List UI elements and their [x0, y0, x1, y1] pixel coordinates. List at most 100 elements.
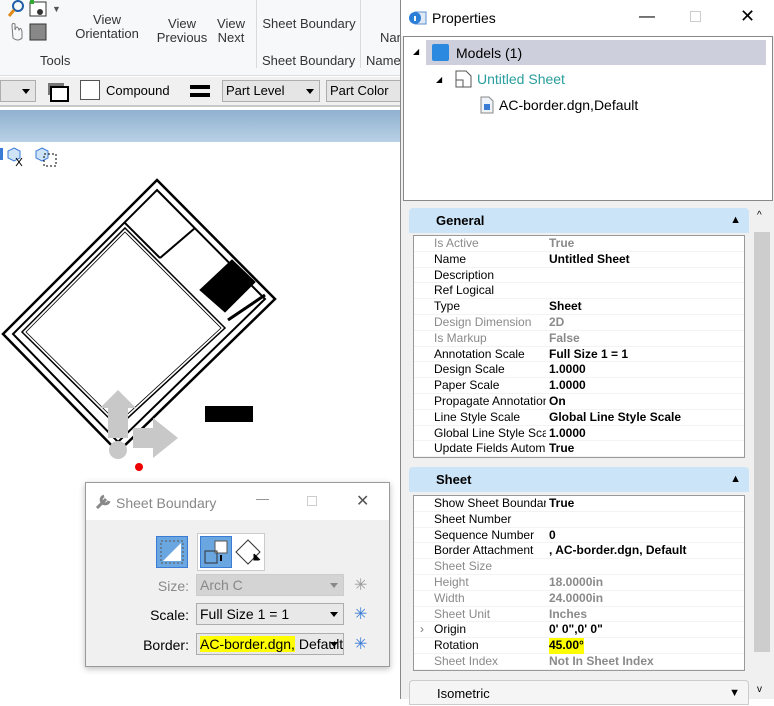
- property-name: Sequence Number: [434, 527, 535, 542]
- property-row[interactable]: Show Sheet Boundary True: [414, 496, 744, 512]
- property-row[interactable]: Height 18.0000in: [414, 575, 744, 591]
- property-row[interactable]: Design Dimension 2D: [414, 315, 744, 331]
- property-value[interactable]: , AC-border.dgn, Default: [549, 543, 687, 559]
- property-name: Is Active: [434, 236, 479, 250]
- property-value[interactable]: 18.0000in: [549, 575, 603, 591]
- property-row[interactable]: Type Sheet: [414, 299, 744, 315]
- pick-border-icon[interactable]: ✳: [354, 634, 367, 654]
- dropdown-arrow-icon[interactable]: ▼: [52, 4, 61, 14]
- property-row[interactable]: Is Markup False: [414, 331, 744, 347]
- section-sheet-header[interactable]: Sheet ▲: [409, 467, 749, 492]
- sheet-boundary-dialog: Sheet Boundary — ✕ Size: Arch C ✳ Scale:…: [85, 482, 390, 667]
- property-row[interactable]: Propagate Annotation On: [414, 394, 744, 410]
- expand-arrow-icon[interactable]: ◢: [436, 75, 442, 84]
- maximize-button[interactable]: [307, 496, 317, 506]
- pick-scale-icon[interactable]: ✳: [354, 604, 367, 624]
- property-row[interactable]: Is Active True: [414, 236, 744, 252]
- property-value[interactable]: Global Line Style Scale: [549, 410, 681, 426]
- view-orientation-button[interactable]: View Orientation: [62, 13, 152, 41]
- property-value[interactable]: 1.0000: [549, 378, 586, 394]
- dialog-title: Sheet Boundary: [116, 495, 217, 511]
- define-boundary-button[interactable]: [156, 536, 188, 568]
- property-value[interactable]: Inches: [549, 607, 587, 623]
- rotate-mode-icon[interactable]: [234, 536, 264, 568]
- maximize-button[interactable]: [690, 11, 701, 22]
- layers-icon[interactable]: [46, 81, 70, 103]
- property-row[interactable]: Sheet Size: [414, 559, 744, 575]
- size-value: Arch C: [200, 577, 243, 593]
- property-row[interactable]: Name Untitled Sheet: [414, 252, 744, 268]
- section-general-header[interactable]: General ▲: [409, 208, 749, 233]
- property-row[interactable]: Annotation Scale Full Size 1 = 1: [414, 347, 744, 363]
- property-value[interactable]: 1.0000: [549, 426, 586, 442]
- property-value[interactable]: True: [549, 496, 574, 512]
- property-name: Global Line Style Scale: [434, 425, 546, 440]
- section-isometric-header[interactable]: Isometric ▼: [409, 680, 749, 705]
- view-previous-button[interactable]: View Previous: [155, 17, 209, 45]
- property-name: Line Style Scale: [434, 409, 521, 424]
- chevron-down-icon[interactable]: ▼: [729, 681, 740, 706]
- property-row[interactable]: Sheet Unit Inches: [414, 607, 744, 623]
- section-title: General: [436, 213, 485, 228]
- property-row[interactable]: Paper Scale 1.0000: [414, 378, 744, 394]
- line-weight-icon[interactable]: [190, 83, 210, 99]
- property-value[interactable]: On: [549, 394, 566, 410]
- scrollbar-thumb[interactable]: [754, 232, 770, 652]
- view-next-button[interactable]: View Next: [210, 17, 252, 45]
- chevron-up-icon[interactable]: ▲: [730, 208, 741, 233]
- color-combo[interactable]: Part Color: [326, 80, 406, 102]
- border-combo[interactable]: AC-border.dgn, Default: [196, 633, 344, 655]
- property-row[interactable]: Border Attachment , AC-border.dgn, Defaul…: [414, 543, 744, 560]
- chevron-up-icon[interactable]: ▲: [730, 467, 741, 492]
- scroll-up-icon[interactable]: ^: [757, 210, 762, 221]
- property-value[interactable]: 0: [549, 528, 556, 544]
- property-value[interactable]: 2D: [549, 315, 564, 331]
- scroll-down-icon[interactable]: v: [757, 684, 762, 695]
- compound-checkbox[interactable]: [80, 80, 100, 100]
- property-value[interactable]: Sheet: [549, 299, 582, 315]
- view-toolbar: [0, 142, 400, 170]
- sheet-boundary-button[interactable]: Sheet Boundary: [262, 17, 356, 31]
- property-value[interactable]: Full Size 1 = 1: [549, 347, 628, 363]
- property-value[interactable]: 45.00°: [549, 638, 584, 654]
- property-value[interactable]: True: [549, 236, 574, 252]
- property-value[interactable]: True: [549, 441, 574, 457]
- property-row[interactable]: › Origin 0' 0",0' 0": [414, 622, 744, 639]
- expand-arrow-icon[interactable]: ◢: [413, 47, 419, 56]
- zoom-tools-icons[interactable]: [4, 0, 52, 48]
- properties-scrollbar[interactable]: ^ v: [751, 208, 773, 699]
- property-row[interactable]: Sheet Number: [414, 512, 744, 528]
- property-value[interactable]: 1.0000: [549, 362, 586, 378]
- property-row[interactable]: Width 24.0000in: [414, 591, 744, 607]
- close-button[interactable]: ✕: [356, 491, 369, 511]
- property-row[interactable]: Design Scale 1.0000: [414, 362, 744, 379]
- property-row[interactable]: Global Line Style Scale 1.0000: [414, 426, 744, 442]
- tree-item-attachment[interactable]: AC-border.dgn,Default: [499, 97, 638, 113]
- name-button[interactable]: Nam: [380, 31, 400, 45]
- view-tool-icons[interactable]: [0, 146, 60, 168]
- property-value[interactable]: Untitled Sheet: [549, 252, 630, 268]
- origin-mode-button[interactable]: [200, 536, 232, 568]
- tree-item-models[interactable]: ◢ Models (1): [413, 40, 766, 65]
- property-row[interactable]: Line Style Scale Global Line Style Scale: [414, 410, 744, 426]
- expand-chevron-icon[interactable]: ›: [420, 622, 424, 638]
- scale-combo[interactable]: Full Size 1 = 1: [196, 603, 344, 625]
- level-combo[interactable]: Part Level: [222, 80, 320, 102]
- property-value[interactable]: 24.0000in: [549, 591, 603, 607]
- drawing-canvas[interactable]: [0, 170, 400, 490]
- property-row[interactable]: Ref Logical: [414, 283, 744, 300]
- property-row[interactable]: Description: [414, 268, 744, 284]
- property-row[interactable]: Sequence Number 0: [414, 528, 744, 544]
- property-value[interactable]: 0' 0",0' 0": [549, 622, 603, 638]
- style-combo[interactable]: [0, 80, 36, 102]
- close-button[interactable]: ✕: [740, 6, 755, 27]
- tree-item-untitled-sheet[interactable]: Untitled Sheet: [477, 71, 565, 87]
- property-row[interactable]: Sheet Index Not In Sheet Index: [414, 654, 744, 670]
- property-value[interactable]: Not In Sheet Index: [549, 654, 654, 670]
- property-row[interactable]: Update Fields AutomaticallyTrue: [414, 441, 744, 458]
- minimize-button[interactable]: —: [639, 8, 655, 26]
- minimize-button[interactable]: —: [256, 491, 269, 506]
- property-row[interactable]: Rotation 45.00°: [414, 638, 744, 654]
- border-value: AC-border.dgn,: [200, 636, 295, 652]
- property-value[interactable]: False: [549, 331, 580, 347]
